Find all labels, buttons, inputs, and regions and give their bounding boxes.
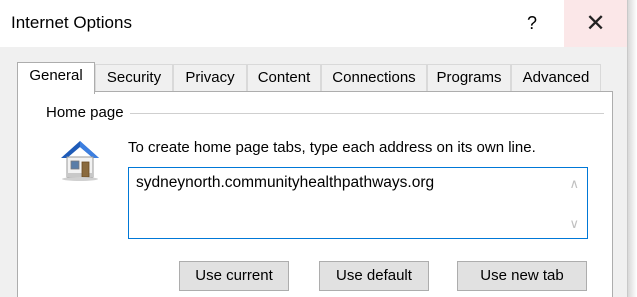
title-bar[interactable]: Internet Options ? ✕ bbox=[0, 0, 627, 47]
tab-programs[interactable]: Programs bbox=[427, 64, 511, 91]
home-page-instructions: To create home page tabs, type each addr… bbox=[128, 139, 536, 156]
use-default-button[interactable]: Use default bbox=[319, 261, 429, 291]
tab-connections[interactable]: Connections bbox=[321, 64, 427, 91]
use-new-tab-button[interactable]: Use new tab bbox=[457, 261, 587, 291]
group-divider bbox=[130, 113, 604, 114]
tab-general[interactable]: General bbox=[17, 62, 95, 94]
window-title: Internet Options bbox=[11, 13, 132, 32]
window-shadow bbox=[628, 0, 637, 297]
tab-security[interactable]: Security bbox=[95, 64, 173, 91]
house-icon bbox=[61, 141, 99, 181]
internet-options-window: Internet Options ? ✕ General Security Pr… bbox=[0, 0, 628, 297]
tab-privacy[interactable]: Privacy bbox=[173, 64, 247, 91]
scroll-down-arrow-icon[interactable]: ∨ bbox=[569, 216, 579, 232]
scroll-up-arrow-icon[interactable]: ∧ bbox=[569, 176, 579, 192]
tab-content[interactable]: Content bbox=[247, 64, 321, 91]
home-page-url-text[interactable]: sydneynorth.communityhealthpathways.org bbox=[136, 174, 556, 230]
general-tab-panel: Home page To create home page tabs, type… bbox=[17, 91, 613, 297]
tab-advanced[interactable]: Advanced bbox=[511, 64, 601, 91]
use-current-button[interactable]: Use current bbox=[179, 261, 289, 291]
close-button[interactable]: ✕ bbox=[564, 0, 627, 47]
home-page-address-box[interactable]: sydneynorth.communityhealthpathways.org … bbox=[128, 167, 588, 239]
home-page-group-label: Home page bbox=[46, 104, 130, 121]
help-button[interactable]: ? bbox=[508, 0, 556, 47]
